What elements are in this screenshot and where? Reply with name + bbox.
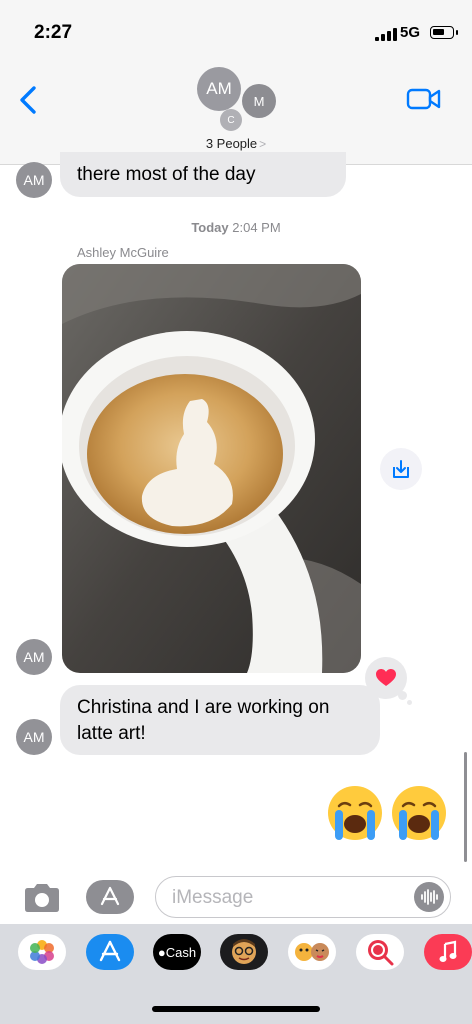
app-store-icon [99,940,121,962]
animoji-icon [295,943,329,961]
camera-button[interactable] [22,882,62,914]
group-avatars[interactable]: AM M C [195,64,285,134]
animoji-app-button[interactable] [288,934,336,970]
crying-face-emoji-icon[interactable] [326,784,384,842]
message-input-placeholder: iMessage [172,887,254,908]
avatar[interactable]: AM [16,639,52,675]
conversation-header: AM M C 3 People > [0,60,472,165]
message-text: Christina and I are working on latte art… [77,697,330,744]
people-count-label: 3 People [205,136,258,151]
heart-icon [376,669,396,686]
video-camera-icon [406,88,441,110]
apple-logo-icon: ● [157,944,166,960]
memoji-app-button[interactable] [220,934,268,970]
apple-cash-app-button[interactable]: ● Cash [153,934,201,970]
audio-message-button[interactable] [414,882,444,912]
music-app-button[interactable] [424,934,472,970]
message-bubble[interactable]: there most of the day [60,152,346,197]
timestamp-day: Today [191,220,229,235]
timestamp-time: 2:04 PM [232,220,281,235]
avatar[interactable]: AM [16,162,52,198]
photos-app-button[interactable] [18,934,66,970]
save-photo-button[interactable] [380,448,422,490]
chevron-left-icon [20,86,36,114]
tapback-tail [407,700,412,705]
download-icon [393,460,409,478]
home-indicator[interactable] [152,1006,320,1012]
music-note-icon [439,940,457,962]
timestamp: Today 2:04 PM [0,220,472,235]
cellular-signal-icon [375,27,397,41]
clock: 2:27 [34,22,73,43]
sender-name: Ashley McGuire [77,245,169,260]
scrollbar[interactable] [464,752,467,862]
cash-label: Cash [165,944,197,960]
back-button[interactable] [14,82,46,118]
app-store-app-button[interactable] [86,934,134,970]
chevron-right-icon: > [259,137,267,151]
image-search-app-button[interactable] [356,934,404,970]
facetime-video-button[interactable] [406,86,442,112]
memoji-icon [232,939,256,964]
avatar: C [220,109,242,131]
network-type: 5G [400,24,421,41]
photo-attachment[interactable] [62,264,361,673]
app-store-icon [100,886,120,906]
app-drawer: ● Cash [0,924,472,1024]
battery-icon [430,26,458,39]
crying-face-emoji-icon[interactable] [390,784,448,842]
group-details-link[interactable]: 3 People > [0,136,472,151]
tapback-tail [398,691,407,700]
status-bar: 2:27 5G [0,0,472,60]
waveform-icon [421,889,438,905]
avatar[interactable]: AM [16,719,52,755]
avatar: AM [197,67,241,111]
photos-icon [30,940,54,964]
message-text: there most of the day [77,164,256,185]
latte-art-image [62,264,361,673]
camera-icon [25,884,59,912]
message-input[interactable]: iMessage [155,876,451,918]
avatar: M [242,84,276,118]
app-store-button[interactable] [86,880,134,914]
message-bubble[interactable]: Christina and I are working on latte art… [60,685,380,755]
globe-search-icon [368,940,394,966]
